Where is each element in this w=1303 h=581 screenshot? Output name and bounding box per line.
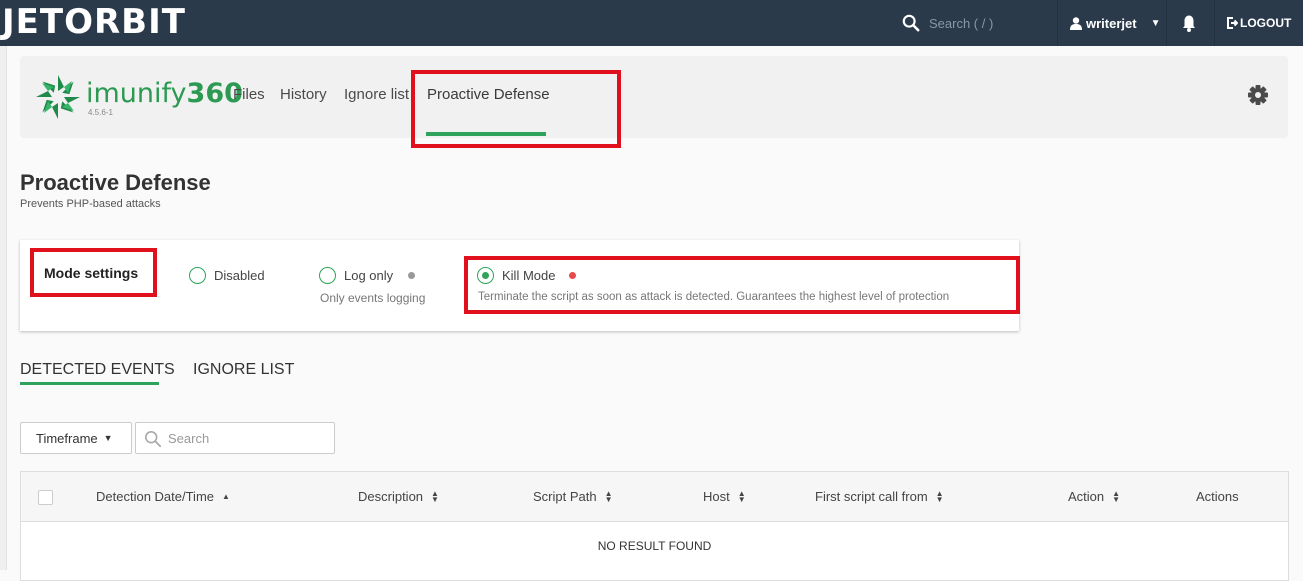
nav-files[interactable]: Files <box>233 86 265 104</box>
column-label: Script Path <box>533 489 597 504</box>
column-label: Host <box>703 489 730 504</box>
column-description[interactable]: Description ▲ ▼ <box>358 489 439 504</box>
logout-icon <box>1227 17 1238 29</box>
column-label: Action <box>1068 489 1105 504</box>
page-subtitle: Prevents PHP-based attacks <box>20 198 161 210</box>
events-search-box[interactable] <box>135 422 335 454</box>
highlight-box-mode-settings <box>30 248 157 297</box>
sort-icon: ▲ ▼ <box>935 488 944 504</box>
empty-table-message: NO RESULT FOUND <box>597 539 712 553</box>
column-label: Description <box>358 489 424 504</box>
sort-icon: ▲ ▼ <box>431 488 439 504</box>
search-icon <box>144 430 162 448</box>
select-all-checkbox[interactable] <box>38 490 53 505</box>
sort-icon: ▲ ▼ <box>1112 488 1121 504</box>
top-bar: JETORBIT Search ( / ) writerjet ▼ LOGOUT <box>0 0 1303 46</box>
sort-asc-icon: ▲ <box>222 491 230 501</box>
radio-log-only[interactable] <box>319 267 336 284</box>
table-header: Detection Date/Time ▲ Description ▲ ▼ Scr… <box>21 472 1288 522</box>
imunify-logo-icon <box>36 75 80 119</box>
plugin-header: imunify360 4.5.6-1 Files History Ignore … <box>20 56 1288 138</box>
sort-icon: ▲ ▼ <box>604 488 613 504</box>
events-search-input[interactable] <box>166 427 326 449</box>
events-table: Detection Date/Time ▲ Description ▲ ▼ Scr… <box>20 471 1289 581</box>
page-title: Proactive Defense <box>20 170 211 195</box>
user-menu[interactable]: writerjet ▼ <box>1058 0 1166 46</box>
column-action[interactable]: Action ▲ ▼ <box>1068 489 1120 504</box>
imunify-word: imunify <box>86 78 187 109</box>
column-label: Detection Date/Time <box>96 489 215 504</box>
tab-detected-events[interactable]: DETECTED EVENTS <box>20 361 175 379</box>
left-edge <box>0 46 7 570</box>
column-first-script-call[interactable]: First script call from ▲ ▼ <box>815 489 944 504</box>
timeframe-label: Timeframe <box>36 430 98 446</box>
highlight-box-proactive-defense <box>411 70 621 148</box>
search-icon <box>902 14 920 32</box>
log-only-status-dot <box>408 272 415 279</box>
tab-ignore-list[interactable]: IGNORE LIST <box>193 361 294 379</box>
column-host[interactable]: Host ▲ ▼ <box>703 489 746 504</box>
version-label: 4.5.6-1 <box>88 108 113 117</box>
active-tab-indicator <box>20 382 159 385</box>
option-log-only-description: Only events logging <box>320 291 426 305</box>
divider <box>1166 0 1167 46</box>
nav-history[interactable]: History <box>280 86 327 104</box>
option-disabled-label[interactable]: Disabled <box>214 268 265 283</box>
timeframe-dropdown[interactable]: Timeframe ▼ <box>20 422 132 454</box>
column-label: Actions <box>1196 489 1239 504</box>
user-icon <box>1070 16 1082 30</box>
chevron-down-icon: ▼ <box>1150 17 1161 29</box>
column-label: First script call from <box>815 489 928 504</box>
column-detection-date[interactable]: Detection Date/Time ▲ <box>96 489 230 504</box>
logout-label: LOGOUT <box>1240 16 1292 30</box>
username: writerjet <box>1086 15 1137 31</box>
logout-button[interactable]: LOGOUT <box>1218 0 1291 46</box>
brand-logo[interactable]: JETORBIT <box>2 3 186 41</box>
imunify-wordmark: imunify360 <box>86 79 243 109</box>
column-script-path[interactable]: Script Path ▲ ▼ <box>533 489 613 504</box>
nav-ignore-list[interactable]: Ignore list <box>344 86 409 104</box>
global-search[interactable]: Search ( / ) <box>896 0 1056 46</box>
divider <box>1214 0 1215 46</box>
global-search-placeholder[interactable]: Search ( / ) <box>929 16 993 31</box>
highlight-box-kill-mode <box>464 256 1020 314</box>
sort-icon: ▲ ▼ <box>737 488 746 504</box>
bell-icon[interactable] <box>1172 12 1206 34</box>
radio-disabled[interactable] <box>189 267 206 284</box>
gear-icon[interactable] <box>1246 83 1270 107</box>
caret-down-icon: ▼ <box>103 433 113 443</box>
column-actions: Actions <box>1196 489 1239 504</box>
option-log-only-label[interactable]: Log only <box>344 268 393 283</box>
